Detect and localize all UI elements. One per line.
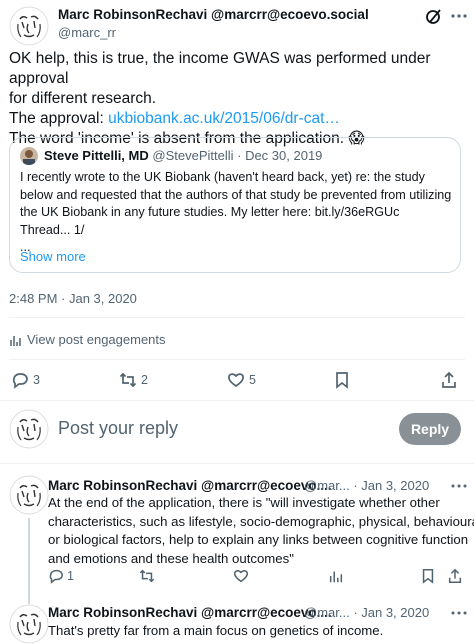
retweet-button[interactable] — [139, 568, 155, 584]
divider — [9, 359, 465, 360]
quoted-tweet-text: I recently wrote to the UK Biobank (have… — [20, 169, 456, 257]
view-engagements-link[interactable]: View post engagements — [9, 332, 166, 347]
reply-line: or biological factors, help to explain a… — [48, 532, 469, 547]
reply-author-name[interactable]: Marc RobinsonRechavi @marcrr@ecoevo.... — [48, 605, 332, 620]
my-avatar[interactable] — [9, 409, 49, 449]
avatar-sketch-icon — [9, 6, 49, 46]
avatar-sketch-icon — [9, 409, 49, 449]
quoted-line: below and requested that the authors of … — [20, 187, 452, 202]
analytics-button[interactable] — [328, 568, 344, 584]
retweet-button[interactable]: 2 — [119, 371, 148, 389]
more-icon[interactable] — [449, 479, 469, 493]
retweet-count: 2 — [141, 373, 148, 387]
share-icon — [442, 371, 456, 388]
reply-line: That's pretty far from a main focus on g… — [48, 623, 384, 638]
quoted-tweet-card[interactable]: Steve Pittelli, MD @StevePittelli · Dec … — [9, 137, 461, 273]
tweet-timestamp[interactable]: 2:48 PM · Jan 3, 2020 — [9, 291, 137, 306]
bookmark-button[interactable] — [420, 568, 436, 584]
share-button[interactable] — [440, 371, 458, 389]
bookmark-button[interactable] — [333, 371, 351, 389]
quoted-line: Thread... 1/ — [20, 222, 85, 237]
reply-author-name[interactable]: Marc RobinsonRechavi @marcrr@ecoevo.... — [48, 478, 332, 493]
quoted-line: the UK Biobank in any future studies. My… — [20, 205, 400, 219]
analytics-icon — [329, 571, 343, 583]
approval-link[interactable]: ukbiobank.ac.uk/2015/06/dr-cat… — [108, 110, 340, 127]
divider — [0, 463, 474, 464]
reply-count: 3 — [33, 373, 40, 387]
like-button[interactable]: 5 — [227, 371, 256, 389]
reply-meta[interactable]: @mar... · Jan 3, 2020 — [304, 605, 429, 620]
quoted-author-avatar — [20, 147, 38, 165]
reply-count: 1 — [67, 569, 74, 583]
reply-line: and emotions and these health outcomes" — [48, 550, 294, 566]
author-avatar[interactable] — [9, 6, 49, 46]
approval-label: The approval: — [9, 110, 109, 127]
like-button[interactable] — [233, 568, 249, 584]
reply-avatar[interactable] — [9, 475, 49, 515]
share-button[interactable] — [447, 568, 463, 584]
avatar-sketch-icon — [9, 475, 49, 515]
reply-button[interactable]: 1 — [48, 568, 74, 584]
show-more-link[interactable]: Show more — [20, 249, 86, 264]
reply-submit-button[interactable]: Reply — [399, 413, 461, 445]
tweet-line: for different research. — [9, 90, 157, 107]
tweet-line: OK help, this is true, the income GWAS w… — [9, 50, 431, 87]
reply-line: characteristics, such as lifestyle, soci… — [48, 513, 474, 529]
reply-input[interactable]: Post your reply — [58, 418, 178, 439]
like-count: 5 — [249, 373, 256, 387]
reply-icon — [12, 373, 28, 389]
quoted-date: · Dec 30, 2019 — [237, 148, 323, 163]
divider — [0, 400, 474, 401]
reply-line: At the end of the application, there is … — [48, 495, 440, 510]
reply-button[interactable]: 3 — [11, 371, 40, 389]
heart-icon — [233, 570, 249, 583]
bookmark-icon — [422, 569, 434, 584]
view-engagements-label: View post engagements — [27, 332, 166, 347]
author-handle[interactable]: @marc_rr — [58, 25, 116, 40]
author-name[interactable]: Marc RobinsonRechavi @marcrr@ecoevo.soci… — [58, 7, 369, 22]
quoted-line: I recently wrote to the UK Biobank (have… — [20, 170, 425, 184]
analytics-icon — [10, 335, 21, 346]
heart-icon — [228, 373, 244, 388]
avatar-sketch-icon — [9, 604, 49, 644]
reply-text: At the end of the application, there is … — [48, 494, 474, 568]
bookmark-icon — [336, 372, 348, 389]
tweet-line: The approval: ukbiobank.ac.uk/2015/06/dr… — [9, 109, 469, 129]
reply-avatar[interactable] — [9, 604, 49, 644]
retweet-icon — [119, 372, 137, 388]
share-icon — [448, 568, 462, 583]
grok-icon[interactable] — [424, 6, 444, 26]
more-icon[interactable] — [449, 606, 469, 620]
more-icon[interactable] — [449, 8, 469, 24]
quoted-author-handle: @StevePittelli — [152, 148, 234, 163]
quoted-author-name: Steve Pittelli, MD — [44, 148, 149, 163]
reply-meta[interactable]: @mar... · Jan 3, 2020 — [304, 478, 429, 493]
reply-icon — [49, 569, 63, 584]
retweet-icon — [139, 569, 155, 583]
divider — [9, 317, 465, 318]
tweet-text: OK help, this is true, the income GWAS w… — [9, 49, 469, 149]
